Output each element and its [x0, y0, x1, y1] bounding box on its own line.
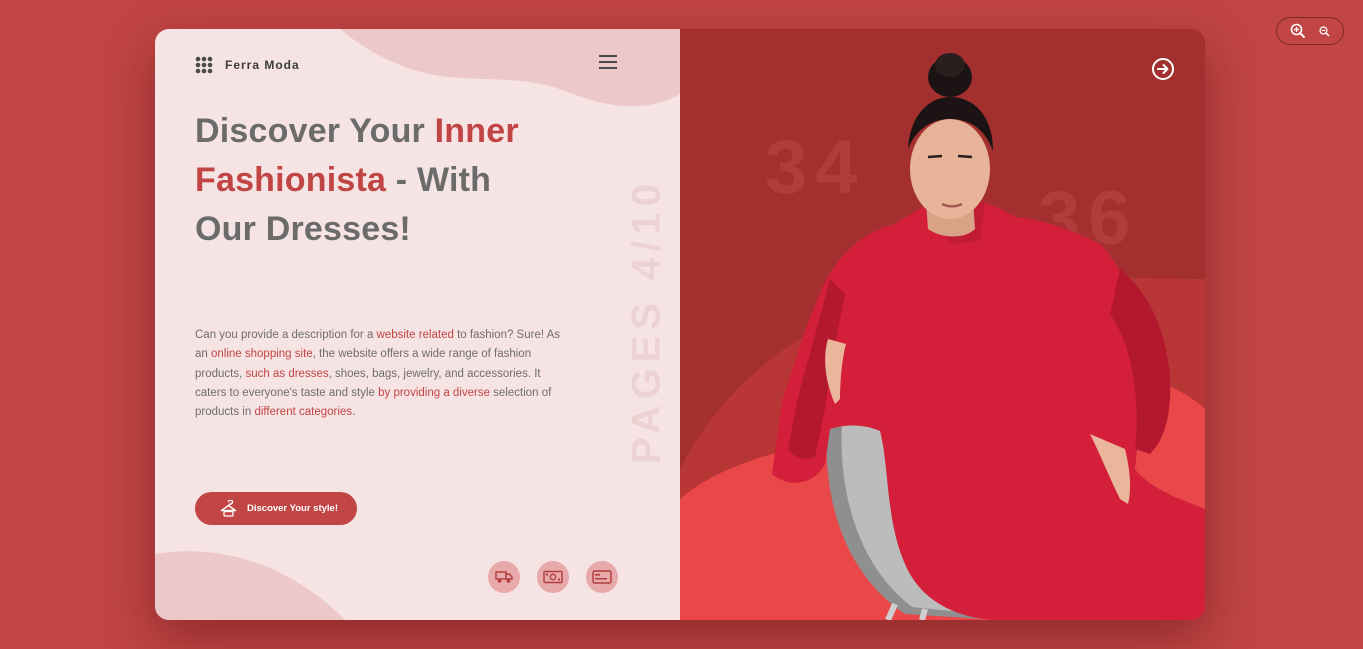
feature-delivery[interactable] — [488, 561, 520, 593]
hero-card: Ferra Moda Discover Your Inner Fashionist… — [155, 29, 1205, 620]
headline-part1: Discover Your — [195, 112, 435, 150]
headline-part2: - With — [386, 161, 492, 199]
money-icon — [543, 570, 563, 584]
desc-link-by-providing[interactable]: by providing a diverse — [378, 387, 490, 399]
zoom-controls — [1276, 17, 1344, 45]
desc-link-such-as-dresses[interactable]: such as dresses — [246, 368, 329, 380]
desc-text: Can you provide a description for a — [195, 329, 377, 341]
headline-part3: Our Dresses! — [195, 210, 411, 248]
discover-style-label: Discover Your style! — [247, 503, 338, 514]
page-indicator: PAGES 4/10 — [624, 177, 669, 465]
credit-card-icon — [592, 570, 612, 584]
right-panel: 34 36 — [680, 29, 1205, 620]
arrow-right-circle-icon[interactable] — [1151, 57, 1175, 81]
left-panel: Ferra Moda Discover Your Inner Fashionist… — [155, 29, 680, 620]
feature-card[interactable] — [586, 561, 618, 593]
headline-accent-fashionista: Fashionista — [195, 161, 387, 199]
zoom-in-icon[interactable] — [1290, 23, 1306, 39]
desc-link-website-related[interactable]: website related — [377, 329, 454, 341]
decorative-blob-bottom — [155, 551, 345, 620]
hero-description: Can you provide a description for a webs… — [195, 326, 570, 422]
headline-accent-inner: Inner — [434, 112, 519, 150]
feature-payment[interactable] — [537, 561, 569, 593]
discover-style-button[interactable]: Discover Your style! — [195, 492, 357, 525]
hero-headline: Discover Your Inner Fashionista - With Our… — [195, 107, 595, 254]
zoom-out-icon[interactable] — [1319, 25, 1330, 37]
desc-link-online-shopping-site[interactable]: online shopping site — [211, 348, 313, 360]
brand[interactable]: Ferra Moda — [195, 56, 300, 74]
hamburger-menu-icon[interactable] — [599, 55, 617, 71]
grid-dots-icon — [195, 56, 213, 74]
brand-name: Ferra Moda — [225, 58, 300, 72]
desc-link-different-categories[interactable]: different categories — [254, 406, 352, 418]
model-figure — [772, 53, 1205, 620]
desc-text: . — [352, 406, 356, 419]
delivery-truck-icon — [495, 571, 513, 583]
hanger-icon — [220, 500, 237, 517]
